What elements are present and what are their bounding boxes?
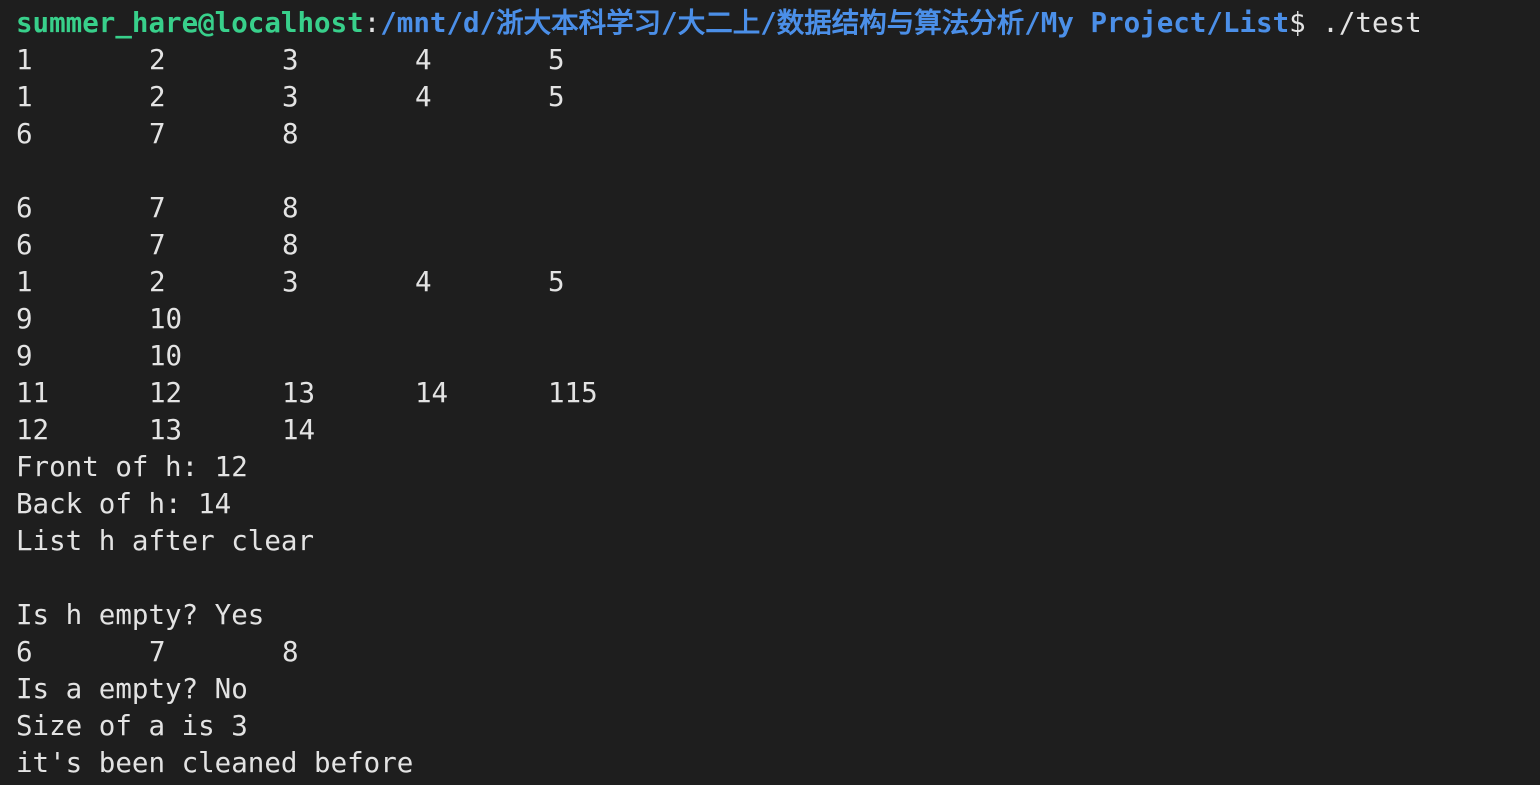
output-value: 9 xyxy=(16,340,33,372)
output-value: 10 xyxy=(149,303,183,335)
output-value: 11 xyxy=(16,377,50,409)
output-line: 11 12 13 14 115 xyxy=(16,375,1540,412)
prompt-command: ./test xyxy=(1305,7,1422,39)
output-value: 3 xyxy=(282,44,299,76)
output-value: 4 xyxy=(415,44,432,76)
output-line: 6 7 8 xyxy=(16,190,1540,227)
output-value: 4 xyxy=(415,81,432,113)
output-value: 4 xyxy=(415,266,432,298)
output-value: 8 xyxy=(282,192,299,224)
output-line: 6 7 8 xyxy=(16,116,1540,153)
output-value: 8 xyxy=(282,118,299,150)
prompt-colon: : xyxy=(363,7,381,39)
output-value: 3 xyxy=(282,81,299,113)
output-text: Size of a is 3 xyxy=(16,710,248,742)
output-line: Is a empty? No xyxy=(16,671,1540,708)
output-line: 6 7 8 xyxy=(16,227,1540,264)
output-text: List h after clear xyxy=(16,525,315,557)
output-value: 10 xyxy=(149,340,183,372)
output-value: 7 xyxy=(149,192,166,224)
prompt-path: /mnt/d/浙大本科学习/大二上/数据结构与算法分析/My Project/L… xyxy=(380,7,1290,39)
output-line: 1 2 3 4 5 xyxy=(16,264,1540,301)
output-text: it's been cleaned before xyxy=(16,747,414,779)
output-value: 5 xyxy=(548,81,565,113)
output-text: Is a empty? No xyxy=(16,673,248,705)
output-value: 7 xyxy=(149,636,166,668)
output-value: 5 xyxy=(548,266,565,298)
output-value: 115 xyxy=(548,377,598,409)
output-value: 8 xyxy=(282,636,299,668)
output-value: 6 xyxy=(16,192,33,224)
output-line: Front of h: 12 xyxy=(16,449,1540,486)
output-value: 1 xyxy=(16,266,33,298)
output-value: 6 xyxy=(16,118,33,150)
output-line: Back of h: 14 xyxy=(16,486,1540,523)
output-value: 1 xyxy=(16,81,33,113)
output-text: Is h empty? Yes xyxy=(16,599,265,631)
output-value: 8 xyxy=(282,229,299,261)
output-text: Back of h: 14 xyxy=(16,488,232,520)
output-line: 6 7 8 xyxy=(16,634,1540,671)
output-line: Size of a is 3 xyxy=(16,708,1540,745)
output-value: 3 xyxy=(282,266,299,298)
output-value: 2 xyxy=(149,44,166,76)
output-line: 1 2 3 4 5 xyxy=(16,42,1540,79)
output-value: 6 xyxy=(16,229,33,261)
output-value: 13 xyxy=(282,377,316,409)
output-text: Front of h: 12 xyxy=(16,451,248,483)
output-value: 14 xyxy=(282,414,316,446)
output-value: 1 xyxy=(16,44,33,76)
output-value: 5 xyxy=(548,44,565,76)
output-value: 7 xyxy=(149,229,166,261)
prompt-user-host: summer_hare@localhost xyxy=(16,7,364,39)
output-value: 2 xyxy=(149,266,166,298)
output-line: 1 2 3 4 5 xyxy=(16,79,1540,116)
output-line: 12 13 14 xyxy=(16,412,1540,449)
output-line: 9 10 xyxy=(16,301,1540,338)
output-line: List h after clear xyxy=(16,523,1540,560)
output-value: 9 xyxy=(16,303,33,335)
prompt-line: summer_hare@localhost:/mnt/d/浙大本科学习/大二上/… xyxy=(16,5,1540,42)
output-line: it's been cleaned before xyxy=(16,745,1540,782)
terminal-window[interactable]: summer_hare@localhost:/mnt/d/浙大本科学习/大二上/… xyxy=(0,0,1540,785)
output-value: 14 xyxy=(415,377,449,409)
prompt-dollar: $ xyxy=(1289,7,1306,39)
output-line: 9 10 xyxy=(16,338,1540,375)
output-value: 7 xyxy=(149,118,166,150)
output-value: 2 xyxy=(149,81,166,113)
output-value: 6 xyxy=(16,636,33,668)
output-value: 13 xyxy=(149,414,183,446)
output-line: Is h empty? Yes xyxy=(16,597,1540,634)
output-value: 12 xyxy=(149,377,183,409)
output-value: 12 xyxy=(16,414,50,446)
terminal-output: 1 2 3 4 5 1 2 3 4 5 6 7 8 6 7 8 6 7 8 1 2 3 4 5 9 10 9 10 11 12 13 14 11… xyxy=(16,42,1540,782)
